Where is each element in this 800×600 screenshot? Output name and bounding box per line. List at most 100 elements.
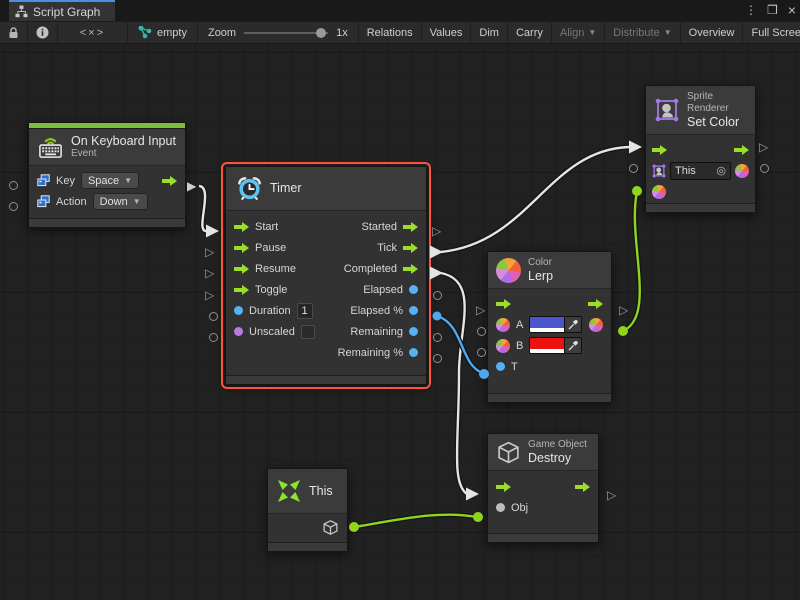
port-timer-started-out[interactable]: [432, 224, 444, 238]
port-setcolor-result-out[interactable]: [760, 164, 769, 173]
port-keyboard-action-in[interactable]: [9, 202, 18, 211]
value-port-dot[interactable]: [409, 348, 418, 357]
node-on-keyboard-input[interactable]: On Keyboard Input Event Key Space▼: [28, 122, 186, 228]
color-port-icon[interactable]: [496, 318, 510, 332]
value-port-dot[interactable]: [496, 503, 505, 512]
node-set-color[interactable]: Sprite Renderer Set Color This ◎: [645, 85, 756, 213]
port-lerp-flow-in[interactable]: [476, 303, 488, 317]
flow-in-arrow[interactable]: [496, 299, 511, 309]
flow-out-arrow[interactable]: [734, 145, 749, 155]
overview-button[interactable]: Overview: [681, 22, 744, 43]
value-port-dot[interactable]: [409, 306, 418, 315]
wire-elapsedpct-to-t[interactable]: [433, 312, 490, 380]
port-lerp-a-in[interactable]: [477, 327, 486, 336]
close-icon[interactable]: ×: [788, 0, 796, 21]
flow-in-arrow[interactable]: [234, 264, 249, 274]
node-timer[interactable]: Timer Start Pause Resume Toggle Duration…: [225, 166, 427, 385]
maximize-icon[interactable]: ❒: [767, 0, 778, 21]
eyedropper-icon[interactable]: [564, 317, 581, 332]
node-destroy[interactable]: Game Object Destroy Obj: [487, 433, 599, 543]
port-timer-elapsed-out[interactable]: [433, 291, 442, 300]
flow-out-arrow[interactable]: [588, 299, 603, 309]
port-timer-remaining-pct-out[interactable]: [433, 354, 442, 363]
carry-button[interactable]: Carry: [508, 22, 552, 43]
trigger-out-arrow[interactable]: [162, 176, 177, 186]
wire-this-to-obj[interactable]: [349, 512, 483, 532]
action-value: Down: [100, 196, 128, 208]
node-title: Destroy: [528, 451, 587, 465]
result-out-icon[interactable]: [589, 318, 603, 332]
node-this[interactable]: This: [267, 468, 348, 552]
flow-in-arrow[interactable]: [652, 145, 667, 155]
port-keyboard-trigger-out[interactable]: [187, 179, 199, 193]
duration-input[interactable]: 1: [297, 303, 313, 319]
flow-in-arrow[interactable]: [234, 222, 249, 232]
port-setcolor-target-in[interactable]: [629, 164, 638, 173]
menu-dots-icon[interactable]: ⋮: [745, 0, 757, 21]
node-title: This: [309, 484, 333, 498]
flow-out-arrow[interactable]: [403, 243, 418, 253]
flow-out-arrow[interactable]: [403, 264, 418, 274]
key-dropdown[interactable]: Space▼: [81, 172, 139, 189]
color-b-swatch[interactable]: [530, 338, 564, 353]
zoom-slider[interactable]: [244, 28, 328, 38]
flow-out-arrow[interactable]: [403, 222, 418, 232]
port-keyboard-key-in[interactable]: [9, 181, 18, 190]
port-destroy-flow-out[interactable]: [607, 488, 619, 502]
port-label: Elapsed: [363, 284, 403, 296]
color-port-icon[interactable]: [496, 339, 510, 353]
graph-stage: On Keyboard Input Event Key Space▼: [0, 0, 800, 600]
color-in-icon[interactable]: [652, 185, 666, 199]
lock-icon: [8, 27, 19, 39]
eyedropper-icon[interactable]: [564, 338, 581, 353]
value-port-dot[interactable]: [409, 327, 418, 336]
value-port-dot[interactable]: [409, 285, 418, 294]
flow-in-arrow[interactable]: [496, 482, 511, 492]
fullscreen-button[interactable]: Full Screen: [743, 22, 800, 43]
value-port-dot[interactable]: [496, 362, 505, 371]
node-header: On Keyboard Input Event: [29, 129, 185, 166]
wire-tick-to-setcolor[interactable]: [430, 141, 642, 259]
flow-out-arrow[interactable]: [575, 482, 590, 492]
flow-in-arrow[interactable]: [234, 285, 249, 295]
target-value: This: [675, 165, 696, 177]
port-setcolor-flow-out[interactable]: [759, 140, 771, 154]
value-port-dot[interactable]: [234, 306, 243, 315]
dim-button[interactable]: Dim: [471, 22, 508, 43]
port-lerp-b-in[interactable]: [477, 348, 486, 357]
lock-button[interactable]: [0, 22, 28, 43]
tab-script-graph[interactable]: Script Graph: [9, 0, 115, 21]
wire-keyboard-to-timer[interactable]: [199, 186, 219, 238]
distribute-label: Distribute: [613, 27, 659, 39]
port-timer-pause-in[interactable]: [205, 245, 217, 259]
unscaled-checkbox[interactable]: [301, 325, 315, 339]
object-picker-icon[interactable]: ◎: [716, 164, 726, 177]
color-b-field[interactable]: [529, 337, 582, 354]
game-object-out-icon[interactable]: [322, 519, 339, 536]
graph-reference[interactable]: empty: [128, 22, 198, 43]
value-port-dot[interactable]: [234, 327, 243, 336]
port-timer-resume-in[interactable]: [205, 266, 217, 280]
align-button[interactable]: Align▼: [552, 22, 605, 43]
port-lerp-flow-out[interactable]: [619, 303, 631, 317]
sprite-renderer-mini-icon[interactable]: [652, 164, 666, 178]
info-button[interactable]: [28, 22, 58, 43]
port-timer-toggle-in[interactable]: [205, 288, 217, 302]
values-button[interactable]: Values: [422, 22, 472, 43]
port-timer-remaining-out[interactable]: [433, 333, 442, 342]
node-color-lerp[interactable]: Color Lerp A: [487, 251, 612, 403]
relations-button[interactable]: Relations: [359, 22, 422, 43]
action-dropdown[interactable]: Down▼: [93, 193, 148, 210]
code-view-button[interactable]: <×>: [58, 22, 128, 43]
flow-in-arrow[interactable]: [234, 243, 249, 253]
port-timer-unscaled-in[interactable]: [209, 333, 218, 342]
graph-hierarchy-icon: [15, 5, 28, 18]
port-timer-duration-in[interactable]: [209, 312, 218, 321]
color-a-swatch[interactable]: [530, 317, 564, 332]
target-object-field[interactable]: This ◎: [670, 162, 731, 180]
color-a-field[interactable]: [529, 316, 582, 333]
wire-completed-to-destroy[interactable]: [430, 267, 479, 501]
zoom-slider-handle[interactable]: [316, 28, 326, 38]
result-out-icon[interactable]: [735, 164, 749, 178]
distribute-button[interactable]: Distribute▼: [605, 22, 680, 43]
